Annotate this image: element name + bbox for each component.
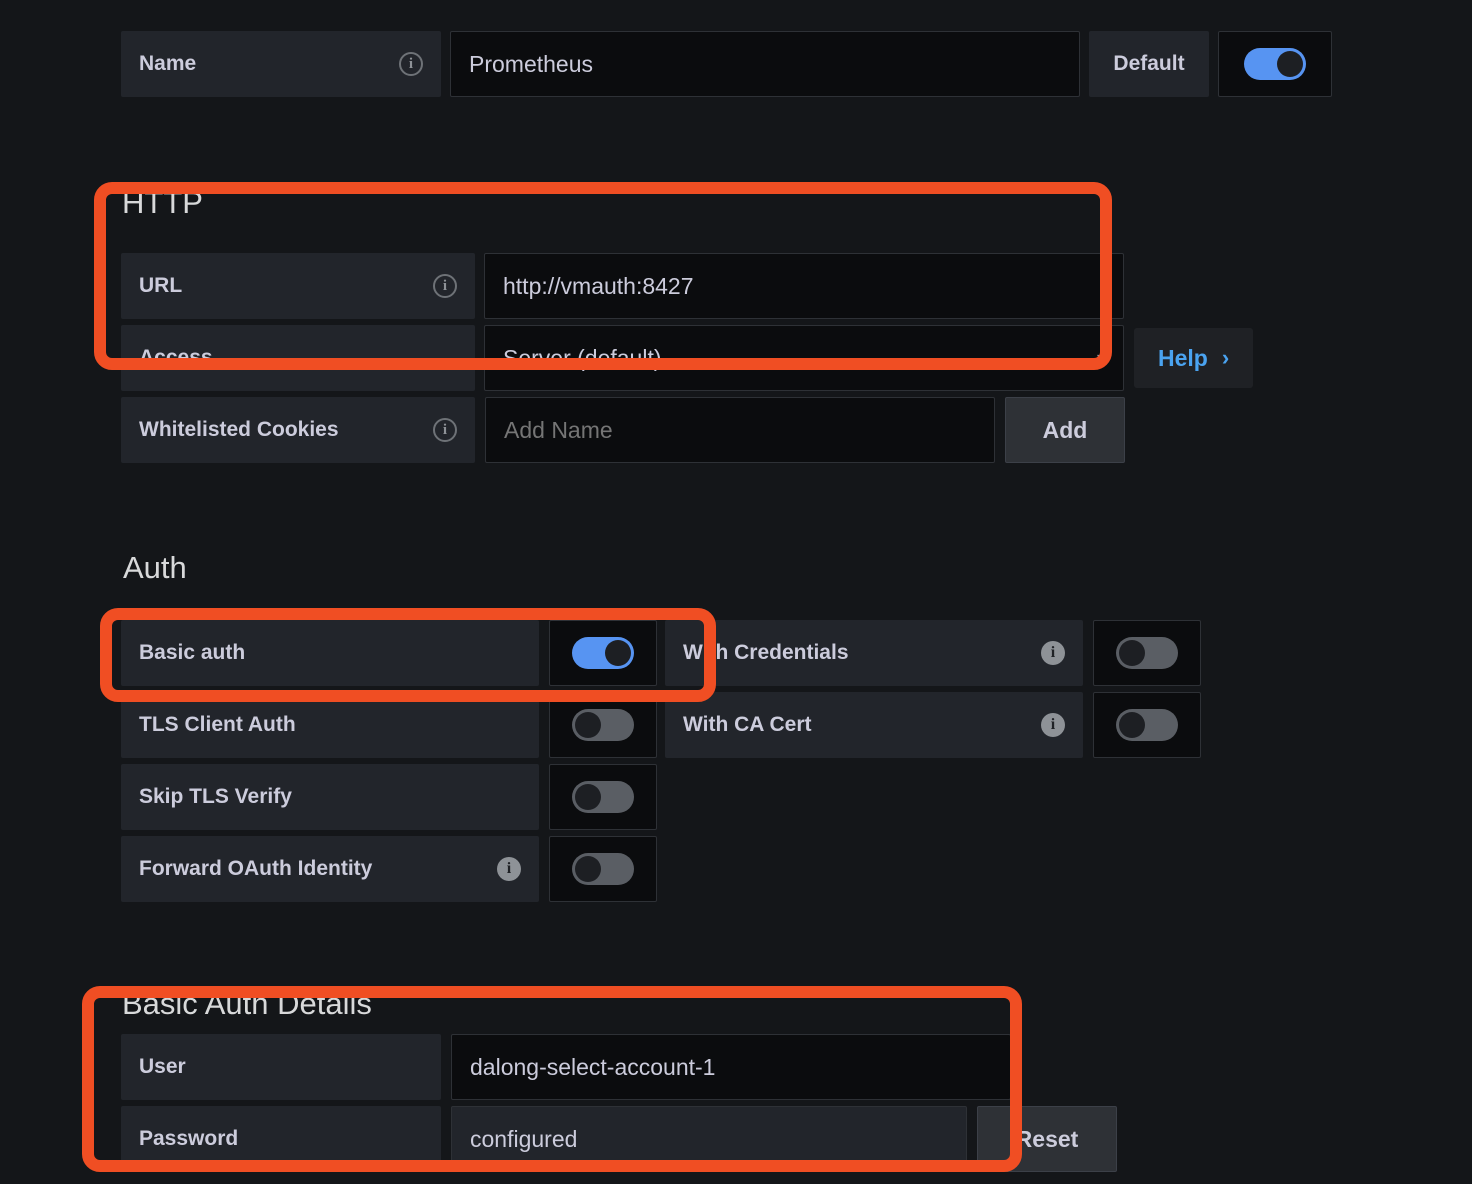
forward-oauth-identity-label: Forward OAuth Identity: [139, 857, 373, 880]
info-circle-icon[interactable]: i: [1041, 641, 1065, 665]
http-heading: HTTP: [122, 185, 203, 220]
access-label-field: Access: [121, 325, 475, 391]
basic-auth-password-row: Password configured Reset: [121, 1106, 1117, 1172]
default-toggle[interactable]: [1218, 31, 1332, 97]
basic-auth-toggle-track: [572, 637, 634, 669]
with-credentials-label-field: With Credentials i: [665, 620, 1083, 686]
password-label-field: Password: [121, 1106, 441, 1172]
url-label-field: URL i: [121, 253, 475, 319]
reset-password-button[interactable]: Reset: [977, 1106, 1117, 1172]
forward-oauth-identity-toggle[interactable]: [549, 836, 657, 902]
tls-client-auth-toggle-knob: [575, 712, 601, 738]
name-label-field: Name i: [121, 31, 441, 97]
auth-row-tls-client-auth: TLS Client Auth: [121, 692, 657, 758]
chevron-down-icon: ▾: [1096, 350, 1105, 367]
basic-auth-label-field: Basic auth: [121, 620, 539, 686]
password-label: Password: [139, 1127, 239, 1150]
user-input[interactable]: dalong-select-account-1: [451, 1034, 1011, 1100]
with-credentials-label: With Credentials: [683, 641, 849, 664]
add-cookie-button[interactable]: Add: [1005, 397, 1125, 463]
access-select[interactable]: Server (default) ▾: [484, 325, 1124, 391]
whitelisted-cookies-label: Whitelisted Cookies: [139, 418, 339, 441]
forward-oauth-identity-toggle-knob: [575, 856, 601, 882]
tls-client-auth-label-field: TLS Client Auth: [121, 692, 539, 758]
with-ca-cert-label: With CA Cert: [683, 713, 812, 736]
help-button[interactable]: Help ›: [1134, 328, 1254, 388]
with-ca-cert-toggle-track: [1116, 709, 1178, 741]
access-label: Access: [139, 346, 213, 369]
auth-row-with-ca-cert: With CA Cert i: [665, 692, 1201, 758]
auth-row-with-credentials: With Credentials i: [665, 620, 1201, 686]
url-label: URL: [139, 274, 183, 297]
forward-oauth-identity-toggle-track: [572, 853, 634, 885]
skip-tls-verify-toggle[interactable]: [549, 764, 657, 830]
basic-auth-label: Basic auth: [139, 641, 246, 664]
default-toggle-track: [1244, 48, 1306, 80]
forward-oauth-identity-label-field: Forward OAuth Identity i: [121, 836, 539, 902]
skip-tls-verify-label-field: Skip TLS Verify: [121, 764, 539, 830]
name-label: Name: [139, 52, 197, 75]
info-circle-icon[interactable]: i: [497, 857, 521, 881]
with-credentials-toggle-track: [1116, 637, 1178, 669]
name-input[interactable]: Prometheus: [450, 31, 1080, 97]
auth-row-forward-oauth-identity: Forward OAuth Identity i: [121, 836, 657, 902]
basic-auth-toggle-knob: [605, 640, 631, 666]
tls-client-auth-label: TLS Client Auth: [139, 713, 296, 736]
password-input: configured: [451, 1106, 967, 1172]
with-ca-cert-label-field: With CA Cert i: [665, 692, 1083, 758]
default-label: Default: [1089, 31, 1209, 97]
skip-tls-verify-label: Skip TLS Verify: [139, 785, 292, 808]
with-ca-cert-toggle[interactable]: [1093, 692, 1201, 758]
name-row: Name i Prometheus Default: [121, 31, 1332, 97]
auth-heading: Auth: [123, 550, 187, 585]
info-circle-icon[interactable]: i: [433, 274, 457, 298]
tls-client-auth-toggle-track: [572, 709, 634, 741]
skip-tls-verify-toggle-knob: [575, 784, 601, 810]
user-label-field: User: [121, 1034, 441, 1100]
tls-client-auth-toggle[interactable]: [549, 692, 657, 758]
whitelisted-cookies-label-field: Whitelisted Cookies i: [121, 397, 475, 463]
basic-auth-user-row: User dalong-select-account-1: [121, 1034, 1011, 1100]
help-button-label: Help: [1158, 344, 1208, 371]
info-circle-icon[interactable]: i: [433, 418, 457, 442]
info-circle-icon[interactable]: i: [1041, 713, 1065, 737]
whitelisted-cookies-row: Whitelisted Cookies i Add: [121, 397, 1125, 463]
url-row: URL i http://vmauth:8427: [121, 253, 1124, 319]
basic-auth-details-heading: Basic Auth Details: [122, 986, 372, 1021]
basic-auth-toggle[interactable]: [549, 620, 657, 686]
datasource-settings-page: Name i Prometheus Default HTTP URL i htt…: [0, 0, 1472, 1184]
auth-row-skip-tls-verify: Skip TLS Verify: [121, 764, 657, 830]
chevron-right-icon: ›: [1221, 345, 1230, 370]
access-select-value: Server (default): [503, 344, 662, 371]
info-circle-icon[interactable]: i: [399, 52, 423, 76]
with-ca-cert-toggle-knob: [1119, 712, 1145, 738]
default-toggle-knob: [1277, 51, 1303, 77]
with-credentials-toggle-knob: [1119, 640, 1145, 666]
auth-row-basic-auth: Basic auth: [121, 620, 657, 686]
skip-tls-verify-toggle-track: [572, 781, 634, 813]
whitelisted-cookies-input[interactable]: [485, 397, 995, 463]
access-row: Access Server (default) ▾: [121, 325, 1124, 391]
user-label: User: [139, 1055, 186, 1078]
with-credentials-toggle[interactable]: [1093, 620, 1201, 686]
url-input[interactable]: http://vmauth:8427: [484, 253, 1124, 319]
